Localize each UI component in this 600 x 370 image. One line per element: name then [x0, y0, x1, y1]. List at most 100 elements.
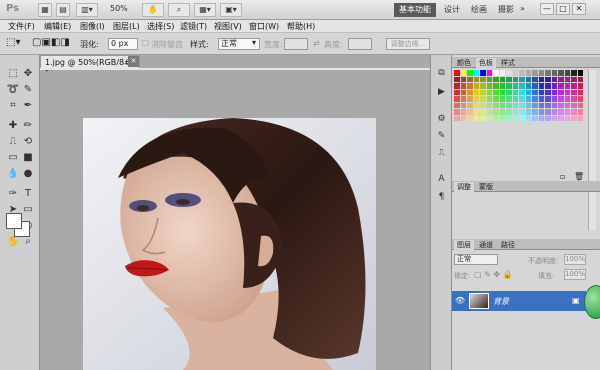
swatch[interactable] — [577, 70, 584, 76]
swatch[interactable] — [480, 102, 486, 109]
swatch[interactable] — [519, 115, 525, 122]
menu-window[interactable]: 窗口(W) — [249, 21, 279, 32]
paragraph-panel-icon[interactable]: ¶ — [435, 191, 448, 204]
crop-tool-icon[interactable]: ⌗ — [6, 99, 20, 113]
swatch[interactable] — [571, 109, 577, 115]
feather-input[interactable]: 0 px — [108, 38, 138, 50]
swatch[interactable] — [525, 96, 532, 102]
menu-edit[interactable]: 编辑(E) — [44, 21, 71, 32]
swatch[interactable] — [519, 96, 525, 102]
swatch[interactable] — [454, 96, 460, 102]
swatch[interactable] — [473, 83, 480, 89]
lock-icons[interactable]: ▢ ✎ ✥ 🔒 — [474, 270, 513, 279]
swatch[interactable] — [525, 70, 532, 76]
swatch-grid[interactable] — [454, 70, 590, 174]
swatch[interactable] — [525, 102, 532, 109]
swatch[interactable] — [538, 89, 545, 96]
swatch[interactable] — [564, 70, 571, 76]
swatch[interactable] — [512, 76, 519, 83]
swatch[interactable] — [460, 76, 467, 83]
swatch[interactable] — [454, 76, 460, 83]
swatch[interactable] — [480, 83, 486, 89]
swatch[interactable] — [564, 115, 571, 122]
swatch[interactable] — [558, 89, 564, 96]
swatch[interactable] — [558, 115, 564, 122]
swatch[interactable] — [519, 102, 525, 109]
shape-tool-icon[interactable]: ▭ — [21, 203, 35, 217]
swatch[interactable] — [571, 102, 577, 109]
opacity-input[interactable]: 100% — [564, 254, 586, 265]
swatch[interactable] — [577, 96, 584, 102]
swatch[interactable] — [564, 109, 571, 115]
swatch[interactable] — [480, 115, 486, 122]
tab-channels[interactable]: 通道 — [476, 240, 496, 250]
swatch[interactable] — [551, 76, 558, 83]
swatch[interactable] — [532, 70, 538, 76]
swatch[interactable] — [577, 83, 584, 89]
clone-stamp-icon[interactable]: ⎍ — [6, 135, 20, 149]
swatch[interactable] — [545, 89, 551, 96]
swatch[interactable] — [538, 102, 545, 109]
swatch[interactable] — [499, 102, 506, 109]
swatch[interactable] — [486, 83, 493, 89]
swatch[interactable] — [545, 109, 551, 115]
swatch[interactable] — [525, 115, 532, 122]
swatch[interactable] — [564, 102, 571, 109]
zoom-level[interactable]: 50% — [110, 4, 128, 13]
swatch[interactable] — [571, 115, 577, 122]
new-swatch-icon[interactable]: ▫ — [560, 172, 565, 181]
swatch[interactable] — [499, 70, 506, 76]
swatch[interactable] — [577, 76, 584, 83]
tab-layers[interactable]: 图层 — [454, 240, 474, 250]
swatch[interactable] — [493, 115, 499, 122]
swatch[interactable] — [512, 109, 519, 115]
swatch[interactable] — [551, 109, 558, 115]
swatch[interactable] — [532, 76, 538, 83]
menu-help[interactable]: 帮助(H) — [287, 21, 315, 32]
height-input[interactable] — [348, 38, 372, 50]
swatch[interactable] — [558, 96, 564, 102]
menu-select[interactable]: 选择(S) — [147, 21, 174, 32]
swatch[interactable] — [512, 70, 519, 76]
blend-mode-select[interactable]: 正常 — [454, 254, 498, 265]
swatch[interactable] — [493, 89, 499, 96]
swatch[interactable] — [519, 70, 525, 76]
foreground-color[interactable] — [6, 213, 22, 229]
eyedropper-icon[interactable]: ✒ — [21, 99, 35, 113]
tab-color[interactable]: 颜色 — [454, 58, 474, 68]
swatch[interactable] — [525, 76, 532, 83]
swatch[interactable] — [506, 83, 512, 89]
swatch[interactable] — [467, 89, 473, 96]
swap-icon[interactable]: ⇄ — [313, 39, 320, 48]
swatch[interactable] — [577, 102, 584, 109]
blur-tool-icon[interactable]: 💧 — [6, 167, 20, 181]
swatch[interactable] — [460, 89, 467, 96]
swatch[interactable] — [538, 76, 545, 83]
swatch[interactable] — [545, 115, 551, 122]
swatch[interactable] — [551, 115, 558, 122]
healing-brush-icon[interactable]: ✚ — [6, 119, 20, 133]
swatch[interactable] — [512, 96, 519, 102]
swatch[interactable] — [486, 109, 493, 115]
swatch[interactable] — [493, 96, 499, 102]
swatch[interactable] — [512, 102, 519, 109]
swatch[interactable] — [577, 89, 584, 96]
swatch[interactable] — [460, 102, 467, 109]
quick-mask-icon[interactable] — [6, 239, 20, 249]
selection-mode-icons[interactable]: ▢▣◧◨ — [32, 37, 70, 48]
swatch[interactable] — [545, 96, 551, 102]
swatch[interactable] — [486, 89, 493, 96]
type-tool-icon[interactable]: T — [21, 187, 35, 201]
view-extras-button[interactable]: ▥▾ — [76, 3, 98, 17]
swatch[interactable] — [473, 70, 480, 76]
swatch[interactable] — [538, 83, 545, 89]
marquee-tool-icon[interactable]: ⬚ — [6, 67, 20, 81]
bridge-icon[interactable]: ▦ — [38, 3, 52, 17]
swatches-scrollbar[interactable] — [588, 70, 596, 230]
history-panel-icon[interactable]: ⧉ — [435, 67, 448, 80]
layer-row[interactable]: 👁 背景 ▣ — [452, 291, 586, 311]
swatch[interactable] — [493, 83, 499, 89]
swatch[interactable] — [551, 89, 558, 96]
zoom-icon[interactable]: ⌕ — [168, 3, 190, 17]
swatch[interactable] — [467, 96, 473, 102]
